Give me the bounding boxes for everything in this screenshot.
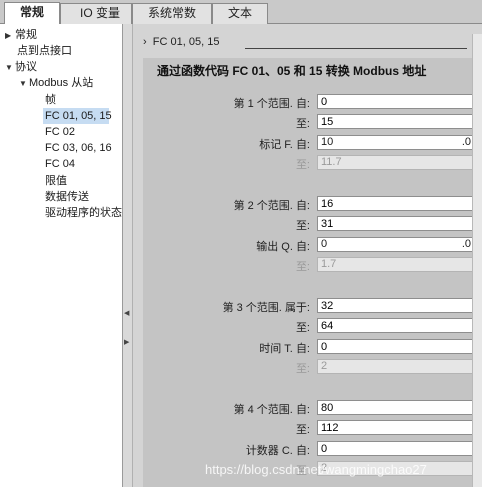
range4-label: 第 4 个范围. 自: (234, 401, 310, 417)
expand-right-icon[interactable]: ▶ (124, 338, 129, 346)
expand-arrow-icon[interactable]: ▶ (5, 28, 15, 44)
tree-item-label: 帧 (45, 94, 56, 106)
section-title: 通过函数代码 FC 01、05 和 15 转换 Modbus 地址 (157, 64, 427, 78)
range1-target-to-field: 11.7 (317, 155, 475, 170)
tree-item-general[interactable]: ▶ 常规 (5, 27, 37, 43)
tree-item-label: 点到点接口 (17, 45, 72, 57)
breadcrumb-chevron-icon: › (143, 36, 153, 48)
tree-item-modbus-slave[interactable]: ▼ Modbus 从站 (19, 75, 93, 91)
tree-item-label: 常规 (15, 29, 37, 41)
tab-io-variables[interactable]: IO 变量 (60, 3, 132, 24)
tree-item-point-to-point[interactable]: 点到点接口 (17, 43, 72, 59)
range2-target-name: 输出 Q. (256, 241, 293, 253)
breadcrumb: › FC 01, 05, 15 (143, 36, 219, 48)
range1-target-from-input[interactable]: 10.0 (317, 135, 475, 150)
settings-panel: 通过函数代码 FC 01、05 和 15 转换 Modbus 地址 第 1 个范… (143, 58, 482, 487)
collapse-left-icon[interactable]: ◀ (124, 309, 129, 317)
range2-from-label: 自: (295, 200, 310, 212)
range1-target-label: 标记 F. 自: (259, 136, 310, 152)
range3-to-input[interactable] (317, 318, 475, 333)
tree-item-label: FC 01, 05, 15 (45, 110, 112, 122)
range2-label: 第 2 个范围. 自: (234, 197, 310, 213)
range2-target-suffix: .0 (461, 238, 471, 250)
range3-label: 第 3 个范围. 属于: (223, 299, 310, 315)
range2-target-to-field: 1.7 (317, 257, 475, 272)
tree-item-limits[interactable]: 限值 (45, 173, 67, 189)
range2-to-label: 至: (295, 220, 310, 232)
range3-from-input[interactable] (317, 298, 475, 313)
range1-to-input[interactable] (317, 114, 475, 129)
range2-to-input[interactable] (317, 216, 475, 231)
range4-from-input[interactable] (317, 400, 475, 415)
range3-target-label: 时间 T. 自: (259, 340, 310, 356)
tree-item-label: 限值 (45, 175, 67, 187)
tab-system-constants[interactable]: 系统常数 (132, 3, 212, 24)
range1-target-from-label: 自: (295, 139, 310, 151)
vertical-scrollbar[interactable] (472, 34, 482, 487)
tree-item-fc-03-06-16[interactable]: FC 03, 06, 16 (45, 140, 112, 156)
collapse-arrow-icon[interactable]: ▼ (19, 76, 29, 92)
range2-target-from-label: 自: (295, 241, 310, 253)
range2-target-to-label: 至: (295, 261, 310, 273)
tree-item-label: Modbus 从站 (29, 77, 94, 89)
tree-item-fc-02[interactable]: FC 02 (45, 124, 75, 140)
range4-name: 第 4 个范围. (233, 404, 293, 416)
range4-to-label: 至: (295, 424, 310, 436)
tree-item-protocol[interactable]: ▼ 协议 (5, 59, 37, 75)
range4-target-from-input[interactable] (317, 441, 475, 456)
range2-name: 第 2 个范围. (233, 200, 293, 212)
range2-target-label: 输出 Q. 自: (256, 238, 310, 254)
range4-target-name: 计数器 C. (245, 445, 293, 457)
tree-item-label: FC 03, 06, 16 (45, 142, 112, 154)
range3-to-label: 至: (295, 322, 310, 334)
tree-item-driver-status[interactable]: 驱动程序的状态 (45, 205, 122, 221)
range1-to-label: 至: (295, 118, 310, 130)
range1-name: 第 1 个范围. (233, 98, 293, 110)
navigation-tree: ▶ 常规 点到点接口 ▼ 协议 ▼ Modbus 从站 帧 FC 01, 05, 15… (0, 24, 123, 487)
range2-from-input[interactable] (317, 196, 475, 211)
tree-item-label: 数据传送 (45, 191, 89, 203)
tree-item-label: 协议 (15, 61, 37, 73)
tree-item-frame[interactable]: 帧 (45, 92, 56, 108)
range1-target-to-label: 至: (295, 159, 310, 171)
tree-item-fc-01-05-15[interactable]: FC 01, 05, 15 (43, 108, 112, 124)
range3-target-to-field: 2 (317, 359, 475, 374)
range3-target-from-input[interactable] (317, 339, 475, 354)
tab-text[interactable]: 文本 (212, 3, 268, 24)
range1-target-from-value: 10 (321, 136, 334, 148)
breadcrumb-label: FC 01, 05, 15 (152, 36, 220, 48)
tree-item-label: FC 04 (45, 158, 75, 170)
tab-io-variables-label: IO 变量 (79, 6, 120, 20)
range3-target-from-label: 自: (295, 343, 310, 355)
tree-item-label: 驱动程序的状态 (45, 207, 122, 219)
tab-bar: 常规 IO 变量 系统常数 文本 (0, 0, 482, 24)
breadcrumb-divider (245, 48, 467, 49)
range3-from-label: 属于: (284, 302, 310, 314)
collapse-arrow-icon[interactable]: ▼ (5, 60, 15, 76)
tab-general[interactable]: 常规 (4, 2, 60, 24)
watermark-text: https://blog.csdn.net/wangmingchao27 (205, 462, 427, 477)
tree-item-fc-04[interactable]: FC 04 (45, 156, 75, 172)
tree-item-label: FC 02 (45, 126, 75, 138)
pane-splitter[interactable]: ◀ ▶ (123, 24, 133, 487)
range2-target-from-input[interactable]: 0.0 (317, 237, 475, 252)
content-area: › FC 01, 05, 15 通过函数代码 FC 01、05 和 15 转换 … (133, 24, 482, 487)
range1-label: 第 1 个范围. 自: (234, 95, 310, 111)
range3-target-to-label: 至: (295, 363, 310, 375)
range1-from-label: 自: (295, 98, 310, 110)
range4-target-from-label: 自: (295, 445, 310, 457)
range4-to-input[interactable] (317, 420, 475, 435)
range1-target-name: 标记 F. (259, 139, 293, 151)
range4-target-label: 计数器 C. 自: (246, 442, 310, 458)
range1-target-suffix: .0 (461, 136, 471, 148)
range2-target-from-value: 0 (321, 238, 328, 250)
range3-name: 第 3 个范围. (222, 302, 282, 314)
range4-from-label: 自: (295, 404, 310, 416)
tree-item-data-transfer[interactable]: 数据传送 (45, 189, 89, 205)
range3-target-name: 时间 T. (259, 343, 293, 355)
range1-from-input[interactable] (317, 94, 475, 109)
